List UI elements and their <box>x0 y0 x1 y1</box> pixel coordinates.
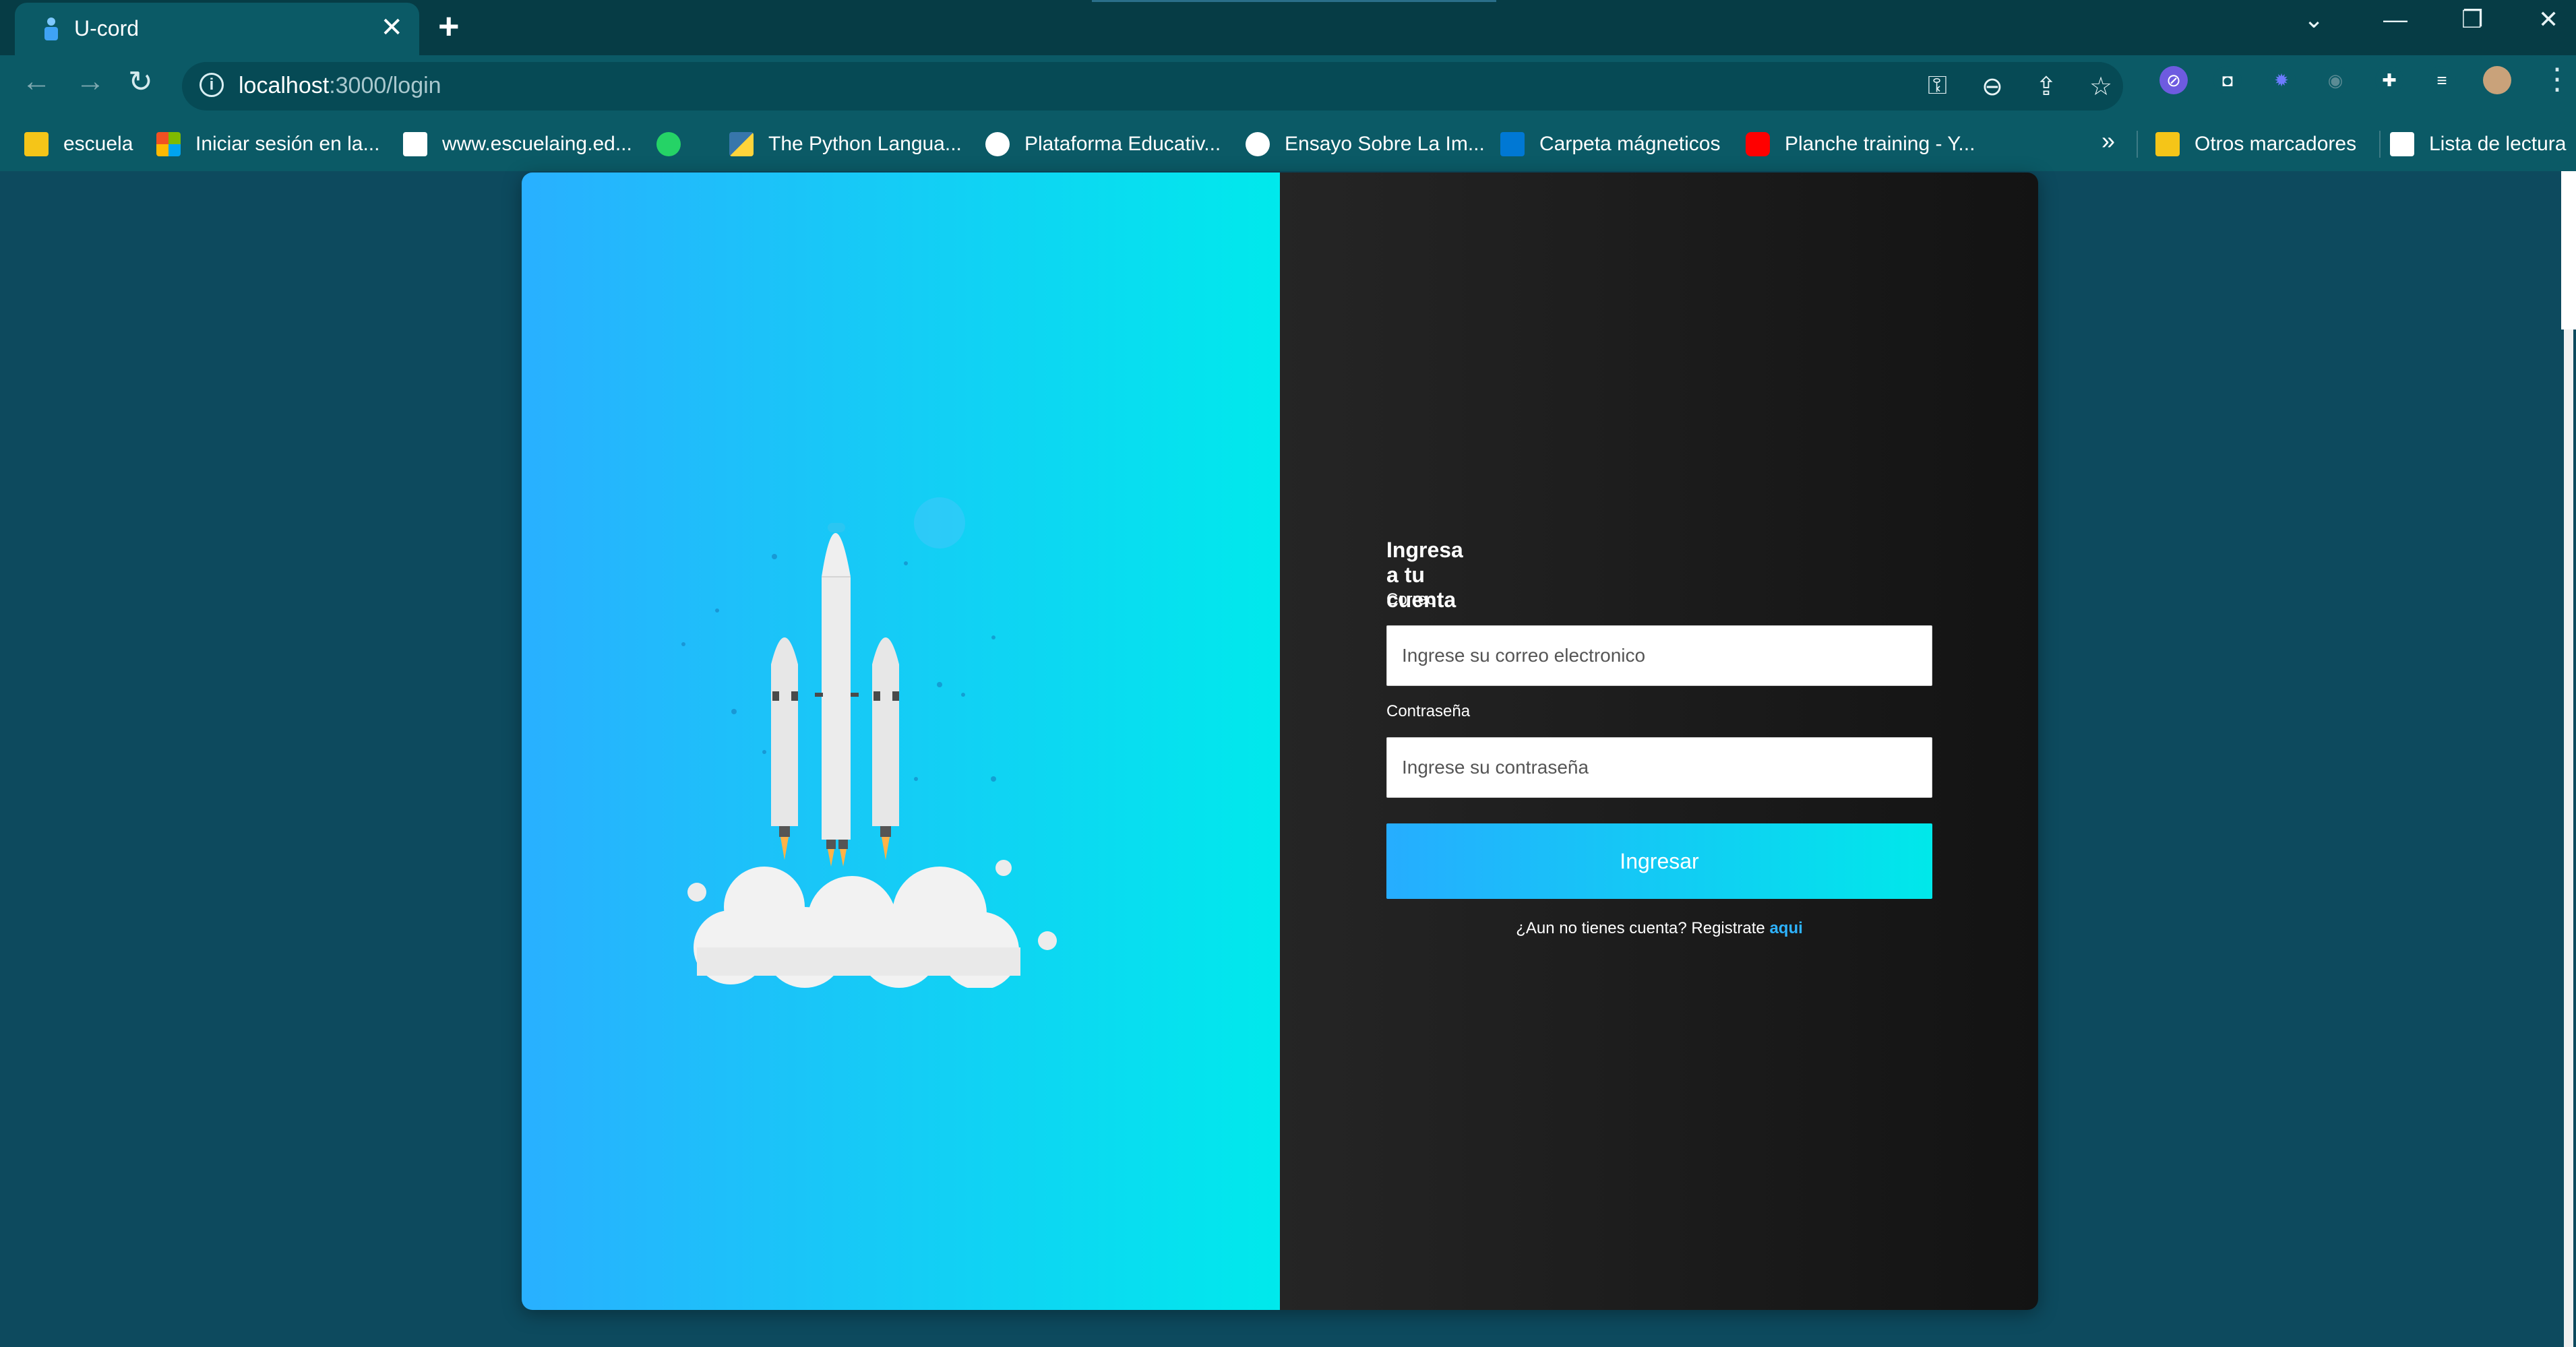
camera-extension-icon[interactable]: ◘ <box>2213 66 2242 94</box>
rocket-illustration <box>681 497 1057 988</box>
whatsapp-icon <box>656 132 681 156</box>
scribd-icon <box>1246 132 1270 156</box>
spark-extension-icon[interactable]: ✹ <box>2267 66 2296 94</box>
tab-search-icon[interactable]: ⌄ <box>2304 5 2324 34</box>
bookmark-escuelaing[interactable]: www.escuelaing.ed... <box>403 131 632 158</box>
minimize-icon[interactable]: — <box>2383 5 2408 34</box>
reading-list-icon <box>2390 132 2414 156</box>
bookmark-otros-marcadores[interactable]: Otros marcadores <box>2155 131 2356 158</box>
tab-strip-highlight <box>1092 0 1496 2</box>
email-label: Correo <box>1386 590 1436 608</box>
email-field[interactable] <box>1386 625 1932 686</box>
signup-prompt: ¿Aun no tienes cuenta? Registrate aqui <box>1516 919 1803 937</box>
bookmark-escuela[interactable]: escuela <box>24 131 133 158</box>
reload-icon[interactable]: ↻ <box>128 65 153 99</box>
page-icon <box>403 132 427 156</box>
more-bookmarks-icon[interactable]: » <box>2102 127 2115 155</box>
new-tab-button[interactable]: + <box>438 5 460 47</box>
scrollbar-track <box>2561 171 2576 330</box>
close-window-icon[interactable]: ✕ <box>2538 5 2558 34</box>
login-button[interactable]: Ingresar <box>1386 823 1932 899</box>
bookmarks-divider <box>2137 131 2138 158</box>
tab-active[interactable]: U-cord ✕ <box>15 3 419 57</box>
password-label: Contraseña <box>1386 702 1471 720</box>
globe-icon <box>985 132 1010 156</box>
youtube-icon <box>1746 132 1770 156</box>
folder-icon <box>24 132 49 156</box>
bookmark-python[interactable]: The Python Langua... <box>729 131 962 158</box>
menu-kebab-icon[interactable]: ⋮ <box>2542 62 2572 96</box>
bookmarks-bar: escuela Iniciar sesión en la... www.escu… <box>0 117 2576 171</box>
illustration-panel <box>522 173 1280 1310</box>
bookmark-iniciar-sesion[interactable]: Iniciar sesión en la... <box>156 131 379 158</box>
toolbar: ← → ↻ i localhost:3000/login ⚿ ⊖ ⇪ ☆ ⊘ ◘… <box>0 55 2576 117</box>
ucord-favicon-icon <box>44 18 58 40</box>
bookmark-plataforma[interactable]: Plataforma Educativ... <box>985 131 1221 158</box>
profile-avatar[interactable] <box>2483 66 2511 94</box>
python-icon <box>729 132 754 156</box>
bookmark-star-icon[interactable]: ☆ <box>2089 71 2112 102</box>
bookmark-whatsapp[interactable] <box>656 131 696 158</box>
bookmark-carpeta[interactable]: Carpeta mágneticos <box>1500 131 1720 158</box>
page-scrollbar[interactable] <box>2561 171 2576 1347</box>
address-url[interactable]: localhost:3000/login <box>239 73 441 99</box>
tab-strip: U-cord ✕ + ⌄ — ❐ ✕ <box>0 0 2576 57</box>
zoom-icon[interactable]: ⊖ <box>1982 71 2003 102</box>
microsoft-icon <box>156 132 181 156</box>
bookmark-ensayo[interactable]: Ensayo Sobre La Im... <box>1246 131 1485 158</box>
outlook-icon <box>1500 132 1525 156</box>
extensions-puzzle-icon[interactable]: ✚ <box>2375 66 2403 94</box>
share-icon[interactable]: ⇪ <box>2035 71 2057 102</box>
signup-link[interactable]: aqui <box>1769 919 1802 937</box>
key-icon[interactable]: ⚿ <box>1928 71 1947 100</box>
tab-close-icon[interactable]: ✕ <box>380 12 403 43</box>
scrollbar-thumb[interactable] <box>2564 330 2573 1347</box>
restore-icon[interactable]: ❐ <box>2461 5 2483 34</box>
bookmark-lista-lectura[interactable]: Lista de lectura <box>2390 131 2566 158</box>
media-queue-icon[interactable]: ≡ <box>2428 66 2456 94</box>
browser-chrome: U-cord ✕ + ⌄ — ❐ ✕ ← → ↻ i localhost:300… <box>0 0 2576 171</box>
eye-extension-icon[interactable]: ◉ <box>2321 66 2350 94</box>
back-icon[interactable]: ← <box>22 65 51 98</box>
bookmarks-divider <box>2379 131 2381 158</box>
password-field[interactable] <box>1386 737 1932 798</box>
tab-title: U-cord <box>74 16 140 40</box>
bookmark-planche[interactable]: Planche training - Y... <box>1746 131 1975 158</box>
address-bar[interactable]: i localhost:3000/login ⚿ ⊖ ⇪ ☆ <box>182 62 2123 111</box>
site-info-icon[interactable]: i <box>200 73 224 97</box>
forward-icon[interactable]: → <box>75 65 105 98</box>
folder-icon <box>2155 132 2180 156</box>
block-extension-icon[interactable]: ⊘ <box>2159 66 2188 94</box>
